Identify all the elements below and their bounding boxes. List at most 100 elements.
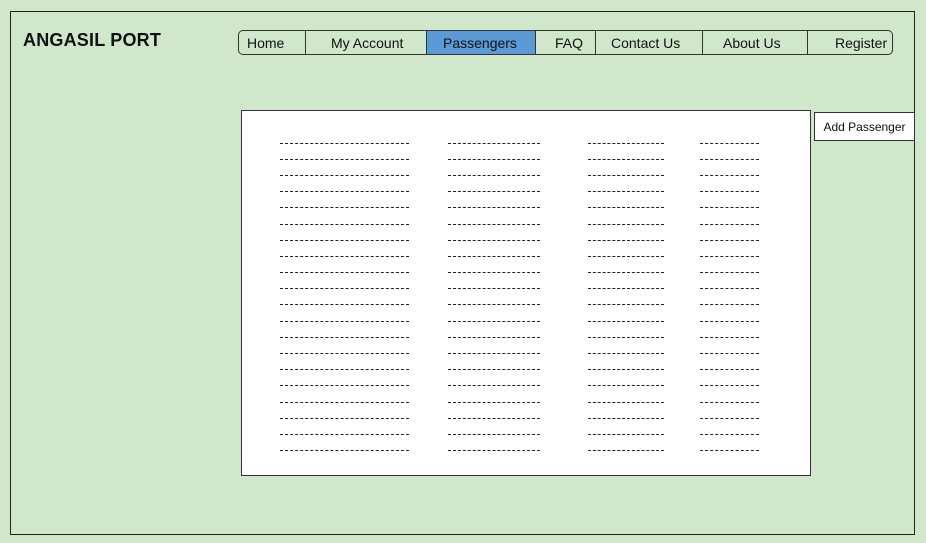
placeholder-dash-line [280, 207, 409, 209]
passenger-column-2 [448, 135, 540, 459]
list-item-placeholder [448, 297, 540, 313]
add-passenger-label: Add Passenger [823, 119, 906, 134]
placeholder-dash-line [700, 369, 759, 371]
nav-home-label: Home [247, 34, 285, 51]
list-item-placeholder [280, 443, 409, 459]
placeholder-dash-line [448, 417, 540, 419]
placeholder-dash-line [588, 353, 664, 355]
placeholder-dash-line [448, 353, 540, 355]
list-item-placeholder [448, 184, 540, 200]
nav-faq[interactable]: FAQ [536, 31, 596, 54]
list-item-placeholder [588, 167, 664, 183]
placeholder-dash-line [448, 450, 540, 452]
list-item-placeholder [588, 378, 664, 394]
placeholder-dash-line [588, 320, 664, 322]
list-item-placeholder [280, 281, 409, 297]
placeholder-dash-line [700, 142, 759, 144]
list-item-placeholder [588, 151, 664, 167]
list-item-placeholder [448, 378, 540, 394]
list-item-placeholder [448, 232, 540, 248]
placeholder-dash-line [280, 417, 409, 419]
placeholder-dash-line [700, 288, 759, 290]
placeholder-dash-line [588, 288, 664, 290]
placeholder-dash-line [448, 320, 540, 322]
list-item-placeholder [448, 443, 540, 459]
placeholder-dash-line [448, 174, 540, 176]
list-item-placeholder [700, 151, 759, 167]
list-item-placeholder [588, 135, 664, 151]
list-item-placeholder [280, 313, 409, 329]
placeholder-dash-line [448, 158, 540, 160]
add-passenger-button[interactable]: Add Passenger [814, 112, 915, 141]
placeholder-dash-line [448, 239, 540, 241]
placeholder-dash-line [280, 353, 409, 355]
list-item-placeholder [588, 248, 664, 264]
list-item-placeholder [280, 151, 409, 167]
nav-register[interactable]: Register [808, 31, 892, 54]
list-item-placeholder [700, 362, 759, 378]
placeholder-dash-line [700, 385, 759, 387]
list-item-placeholder [700, 248, 759, 264]
list-item-placeholder [700, 329, 759, 345]
placeholder-dash-line [280, 174, 409, 176]
placeholder-dash-line [588, 191, 664, 193]
placeholder-dash-line [700, 191, 759, 193]
list-item-placeholder [700, 232, 759, 248]
list-item-placeholder [588, 426, 664, 442]
list-item-placeholder [448, 329, 540, 345]
list-item-placeholder [280, 248, 409, 264]
list-item-placeholder [588, 216, 664, 232]
placeholder-dash-line [588, 272, 664, 274]
placeholder-dash-line [588, 255, 664, 257]
nav-about-us[interactable]: About Us [703, 31, 808, 54]
placeholder-dash-line [448, 255, 540, 257]
list-item-placeholder [280, 297, 409, 313]
list-item-placeholder [700, 184, 759, 200]
placeholder-dash-line [700, 353, 759, 355]
nav-contact-us-label: Contact Us [611, 34, 681, 51]
placeholder-dash-line [448, 142, 540, 144]
list-item-placeholder [700, 410, 759, 426]
list-item-placeholder [700, 167, 759, 183]
nav-contact-us[interactable]: Contact Us [596, 31, 703, 54]
placeholder-dash-line [700, 223, 759, 225]
placeholder-dash-line [700, 239, 759, 241]
list-item-placeholder [448, 216, 540, 232]
list-item-placeholder [700, 426, 759, 442]
placeholder-dash-line [280, 255, 409, 257]
placeholder-dash-line [280, 401, 409, 403]
placeholder-dash-line [280, 191, 409, 193]
placeholder-dash-line [700, 433, 759, 435]
placeholder-dash-line [280, 433, 409, 435]
placeholder-dash-line [448, 401, 540, 403]
placeholder-dash-line [280, 320, 409, 322]
list-item-placeholder [588, 394, 664, 410]
passenger-list-panel [241, 110, 811, 476]
nav-passengers-label: Passengers [443, 34, 517, 51]
placeholder-dash-line [588, 385, 664, 387]
list-item-placeholder [280, 329, 409, 345]
placeholder-dash-line [280, 288, 409, 290]
nav-home[interactable]: Home [239, 31, 306, 54]
nav-passengers[interactable]: Passengers [427, 31, 536, 54]
placeholder-dash-line [588, 174, 664, 176]
placeholder-dash-line [280, 223, 409, 225]
placeholder-dash-line [280, 450, 409, 452]
list-item-placeholder [700, 378, 759, 394]
placeholder-dash-line [588, 207, 664, 209]
list-item-placeholder [448, 200, 540, 216]
placeholder-dash-line [700, 272, 759, 274]
placeholder-dash-line [588, 142, 664, 144]
nav-my-account-label: My Account [331, 34, 404, 51]
placeholder-dash-line [448, 385, 540, 387]
placeholder-dash-line [448, 304, 540, 306]
placeholder-dash-line [280, 304, 409, 306]
list-item-placeholder [280, 216, 409, 232]
nav-my-account[interactable]: My Account [306, 31, 427, 54]
placeholder-dash-line [280, 272, 409, 274]
main-navbar: Home My Account Passengers FAQ Contact U… [238, 30, 893, 55]
list-item-placeholder [448, 248, 540, 264]
list-item-placeholder [700, 265, 759, 281]
list-item-placeholder [588, 281, 664, 297]
placeholder-dash-line [448, 191, 540, 193]
